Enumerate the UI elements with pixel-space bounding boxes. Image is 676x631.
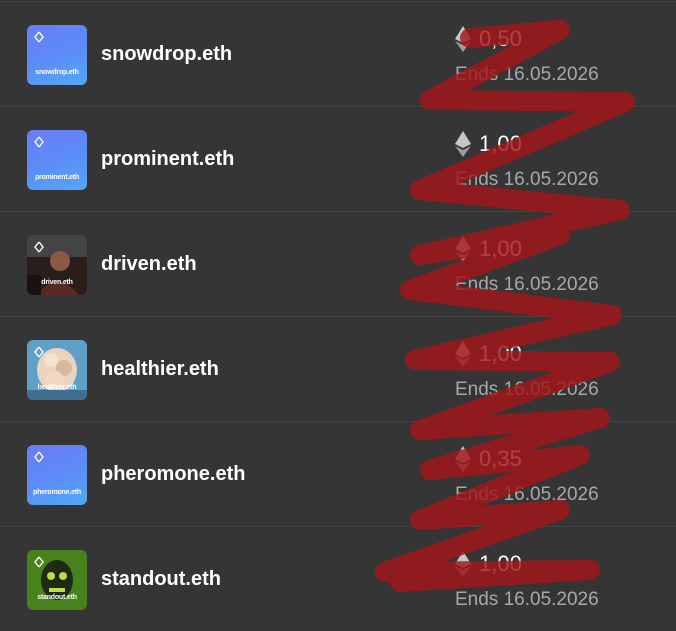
listing-row[interactable]: standout.eth standout.eth 1,00 Ends 16.0… — [0, 526, 676, 631]
ens-logo-icon — [34, 136, 44, 148]
domain-avatar[interactable]: driven.eth — [27, 235, 87, 295]
listing-row[interactable]: pheromone.eth pheromone.eth 0,35 Ends 16… — [0, 421, 676, 526]
price: 0,50 — [455, 26, 522, 52]
end-date: Ends 16.05.2026 — [455, 64, 599, 85]
avatar-label: prominent.eth — [34, 174, 80, 181]
domain-avatar[interactable]: standout.eth — [27, 550, 87, 610]
ethereum-icon — [455, 341, 471, 367]
avatar-label: standout.eth — [37, 594, 77, 601]
ens-logo-icon — [34, 31, 44, 43]
avatar-label: snowdrop.eth — [35, 69, 79, 76]
ens-logo-icon — [34, 451, 44, 463]
price-value: 1,00 — [479, 551, 522, 576]
ethereum-icon — [455, 26, 471, 52]
end-date: Ends 16.05.2026 — [455, 379, 599, 400]
listing-row[interactable]: driven.eth driven.eth 1,00 Ends 16.05.20… — [0, 211, 676, 316]
ethereum-icon — [455, 446, 471, 472]
avatar-label: healthier.eth — [37, 384, 77, 391]
listing-row[interactable]: snowdrop.eth snowdrop.eth 0,50 Ends 16.0… — [0, 1, 676, 106]
avatar-label: pheromone.eth — [33, 489, 81, 496]
end-date: Ends 16.05.2026 — [455, 484, 599, 505]
domain-avatar[interactable]: prominent.eth — [27, 130, 87, 190]
listing-list: snowdrop.eth snowdrop.eth 0,50 Ends 16.0… — [0, 0, 676, 628]
price-value: 0,35 — [479, 446, 522, 471]
domain-avatar[interactable]: snowdrop.eth — [27, 25, 87, 85]
ens-logo-icon — [34, 346, 44, 358]
domain-avatar[interactable]: healthier.eth — [27, 340, 87, 400]
price-value: 1,00 — [479, 131, 522, 156]
end-date: Ends 16.05.2026 — [455, 169, 599, 190]
price-value: 0,50 — [479, 26, 522, 51]
domain-name[interactable]: snowdrop.eth — [101, 43, 232, 66]
listing-row[interactable]: prominent.eth prominent.eth 1,00 Ends 16… — [0, 106, 676, 211]
price-value: 1,00 — [479, 341, 522, 366]
domain-name[interactable]: pheromone.eth — [101, 463, 245, 486]
price: 1,00 — [455, 236, 522, 262]
domain-name[interactable]: standout.eth — [101, 568, 221, 591]
price: 1,00 — [455, 341, 522, 367]
end-date: Ends 16.05.2026 — [455, 274, 599, 295]
avatar-label: driven.eth — [41, 279, 73, 286]
ethereum-icon — [455, 131, 471, 157]
ethereum-icon — [455, 551, 471, 577]
domain-avatar[interactable]: pheromone.eth — [27, 445, 87, 505]
ens-logo-icon — [34, 241, 44, 253]
price: 0,35 — [455, 446, 522, 472]
end-date: Ends 16.05.2026 — [455, 589, 599, 610]
price-value: 1,00 — [479, 236, 522, 261]
ethereum-icon — [455, 236, 471, 262]
domain-name[interactable]: driven.eth — [101, 253, 197, 276]
listing-row[interactable]: healthier.eth healthier.eth 1,00 Ends 16… — [0, 316, 676, 421]
domain-name[interactable]: prominent.eth — [101, 148, 234, 171]
ens-logo-icon — [34, 556, 44, 568]
price: 1,00 — [455, 131, 522, 157]
domain-name[interactable]: healthier.eth — [101, 358, 219, 381]
price: 1,00 — [455, 551, 522, 577]
